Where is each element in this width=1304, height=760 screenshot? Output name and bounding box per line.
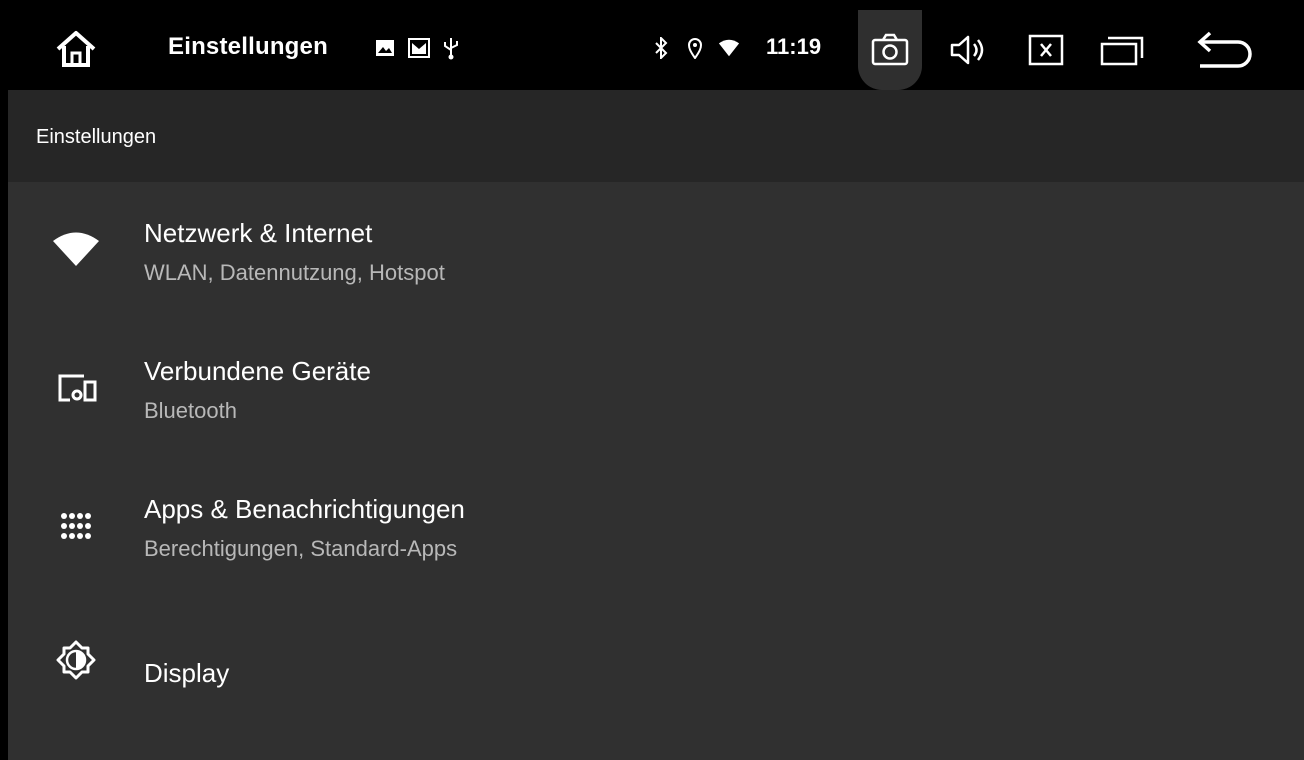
app-bar: Einstellungen (8, 90, 1304, 182)
screenshot-button[interactable] (858, 10, 922, 90)
bluetooth-icon (650, 35, 672, 61)
settings-item-title: Netzwerk & Internet (144, 218, 373, 248)
location-icon (684, 35, 706, 61)
settings-item-subtitle: Berechtigungen, Standard-Apps (144, 536, 458, 561)
settings-item-display[interactable]: Display (8, 596, 1304, 734)
devices-icon (48, 360, 104, 416)
settings-item-title: Verbundene Geräte (144, 356, 371, 386)
settings-item-title: Display (144, 658, 230, 688)
settings-item-subtitle: WLAN, Datennutzung, Hotspot (144, 260, 445, 285)
camera-icon (871, 33, 909, 66)
brightness-icon (48, 632, 104, 688)
settings-item-subtitle: Bluetooth (144, 398, 237, 423)
status-time: 11:19 (766, 34, 822, 59)
settings-item-apps-notifications[interactable]: Apps & Benachrichtigungen Berechtigungen… (8, 458, 1304, 596)
settings-item-connected-devices[interactable]: Verbundene Geräte Bluetooth (8, 320, 1304, 458)
recent-apps-button[interactable] (1090, 24, 1154, 76)
back-button[interactable] (1192, 24, 1256, 76)
wifi-icon (48, 222, 104, 278)
settings-item-title: Apps & Benachrichtigungen (144, 494, 465, 524)
apps-grid-icon (48, 498, 104, 554)
back-icon (1197, 31, 1252, 68)
image-icon (372, 35, 398, 61)
close-icon (1028, 34, 1064, 66)
volume-button[interactable] (936, 24, 1000, 76)
wifi-status-icon (718, 35, 740, 61)
settings-item-network[interactable]: Netzwerk & Internet WLAN, Datennutzung, … (8, 182, 1304, 320)
close-app-button[interactable] (1014, 24, 1078, 76)
volume-icon (950, 35, 984, 65)
recent-apps-icon (1100, 36, 1144, 66)
status-bar-title: Einstellungen (168, 33, 328, 60)
status-bar: Einstellungen 11:19 (8, 10, 1304, 90)
page-title: Einstellungen (36, 126, 157, 148)
gallery-icon (406, 35, 432, 61)
settings-screen: Einstellungen 11:19 Einstellungen Netzwe… (8, 10, 1304, 760)
home-button[interactable] (52, 27, 100, 71)
home-icon (56, 31, 96, 67)
usb-icon (438, 35, 464, 61)
